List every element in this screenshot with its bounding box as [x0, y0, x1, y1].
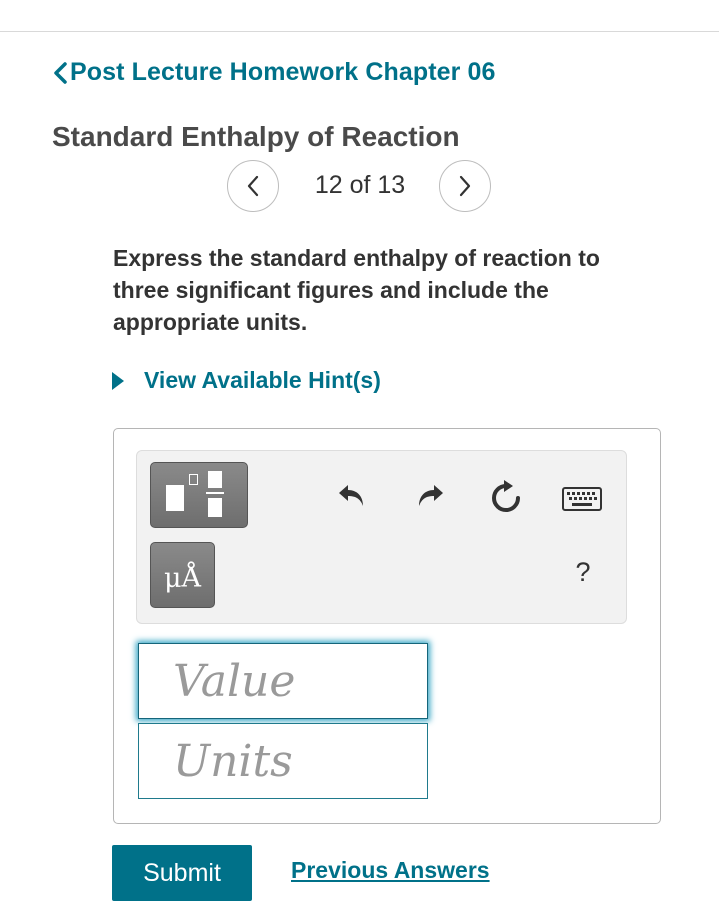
item-position-indicator: 12 of 13 — [314, 171, 406, 199]
previous-answers-link[interactable]: Previous Answers — [291, 857, 490, 884]
redo-button[interactable] — [413, 478, 447, 512]
reset-icon — [492, 480, 520, 512]
keyboard-button[interactable] — [561, 485, 603, 513]
templates-button[interactable] — [150, 462, 248, 528]
units-icon: μÅ — [163, 562, 202, 594]
next-item-button[interactable] — [439, 160, 491, 212]
undo-icon — [339, 485, 363, 506]
redo-icon — [419, 485, 443, 506]
header-divider — [0, 31, 719, 32]
chevron-left-icon — [247, 175, 259, 197]
submit-button[interactable]: Submit — [112, 845, 252, 901]
homework-page: Post Lecture Homework Chapter 06 Standar… — [0, 0, 719, 905]
chevron-left-icon — [54, 61, 67, 84]
reset-button[interactable] — [487, 478, 525, 516]
question-instructions: Express the standard enthalpy of reactio… — [113, 245, 600, 335]
back-to-assignment-link[interactable]: Post Lecture Homework Chapter 06 — [52, 58, 496, 87]
help-button[interactable]: ? — [568, 557, 598, 593]
back-link-label: Post Lecture Homework Chapter 06 — [70, 58, 496, 86]
page-title: Standard Enthalpy of Reaction — [52, 121, 460, 152]
view-hints-toggle[interactable]: View Available Hint(s) — [112, 367, 381, 394]
units-input[interactable] — [138, 723, 428, 799]
help-icon: ? — [575, 557, 591, 587]
keyboard-icon — [562, 487, 602, 511]
value-input[interactable] — [138, 643, 428, 719]
view-hints-label: View Available Hint(s) — [144, 367, 381, 393]
caret-right-icon — [112, 371, 124, 390]
undo-button[interactable] — [335, 478, 369, 512]
chevron-right-icon — [459, 175, 471, 197]
units-button[interactable]: μÅ — [150, 542, 215, 608]
previous-item-button[interactable] — [227, 160, 279, 212]
